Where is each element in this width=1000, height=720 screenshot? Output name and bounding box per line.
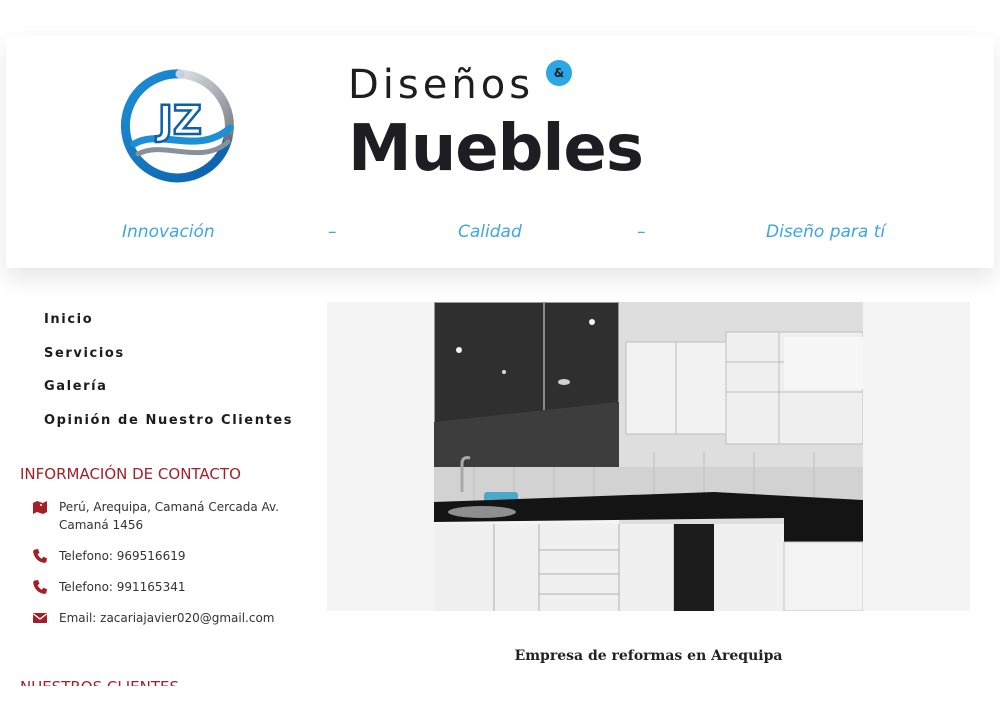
contact-heading: INFORMACIÓN DE CONTACTO (20, 465, 241, 483)
contact-email-text[interactable]: Email: zacariajavier020@gmail.com (59, 609, 309, 627)
clients-heading: NUESTROS CLIENTES (20, 676, 179, 686)
tagline-innovacion: Innovación (122, 222, 215, 242)
site-header: JZ Diseños & Muebles Innovación – Calida… (6, 36, 994, 268)
brand-title-line1: Diseños (348, 62, 535, 108)
kitchen-photo (434, 302, 863, 611)
tagline-calidad: Calidad (458, 222, 522, 242)
contact-phone-1-text[interactable]: Telefono: 969516619 (59, 547, 309, 565)
tagline-dash-1: – (328, 222, 337, 242)
section-title: Empresa de reformas en Arequipa (514, 648, 783, 664)
sidebar-nav: Inicio Servicios Galería Opinión de Nues… (44, 312, 293, 446)
nav-item-galeria[interactable]: Galería (44, 379, 293, 413)
jz-logo[interactable]: JZ (120, 66, 240, 186)
nav-item-servicios[interactable]: Servicios (44, 346, 293, 380)
tagline-diseno: Diseño para tí (766, 222, 886, 242)
tagline-dash-2: – (637, 222, 646, 242)
nav-item-opinion[interactable]: Opinión de Nuestro Clientes (44, 413, 293, 447)
ampersand-badge: & (546, 60, 572, 86)
map-icon (33, 501, 47, 514)
envelope-icon (33, 613, 47, 623)
phone-icon (33, 580, 47, 594)
brand-title-line2: Muebles (348, 112, 644, 186)
phone-icon (33, 549, 47, 563)
nav-item-inicio[interactable]: Inicio (44, 312, 293, 346)
logo-text: JZ (155, 98, 202, 144)
contact-phone-2-text[interactable]: Telefono: 991165341 (59, 578, 309, 596)
contact-address-text: Perú, Arequipa, Camaná Cercada Av. Caman… (59, 500, 279, 532)
